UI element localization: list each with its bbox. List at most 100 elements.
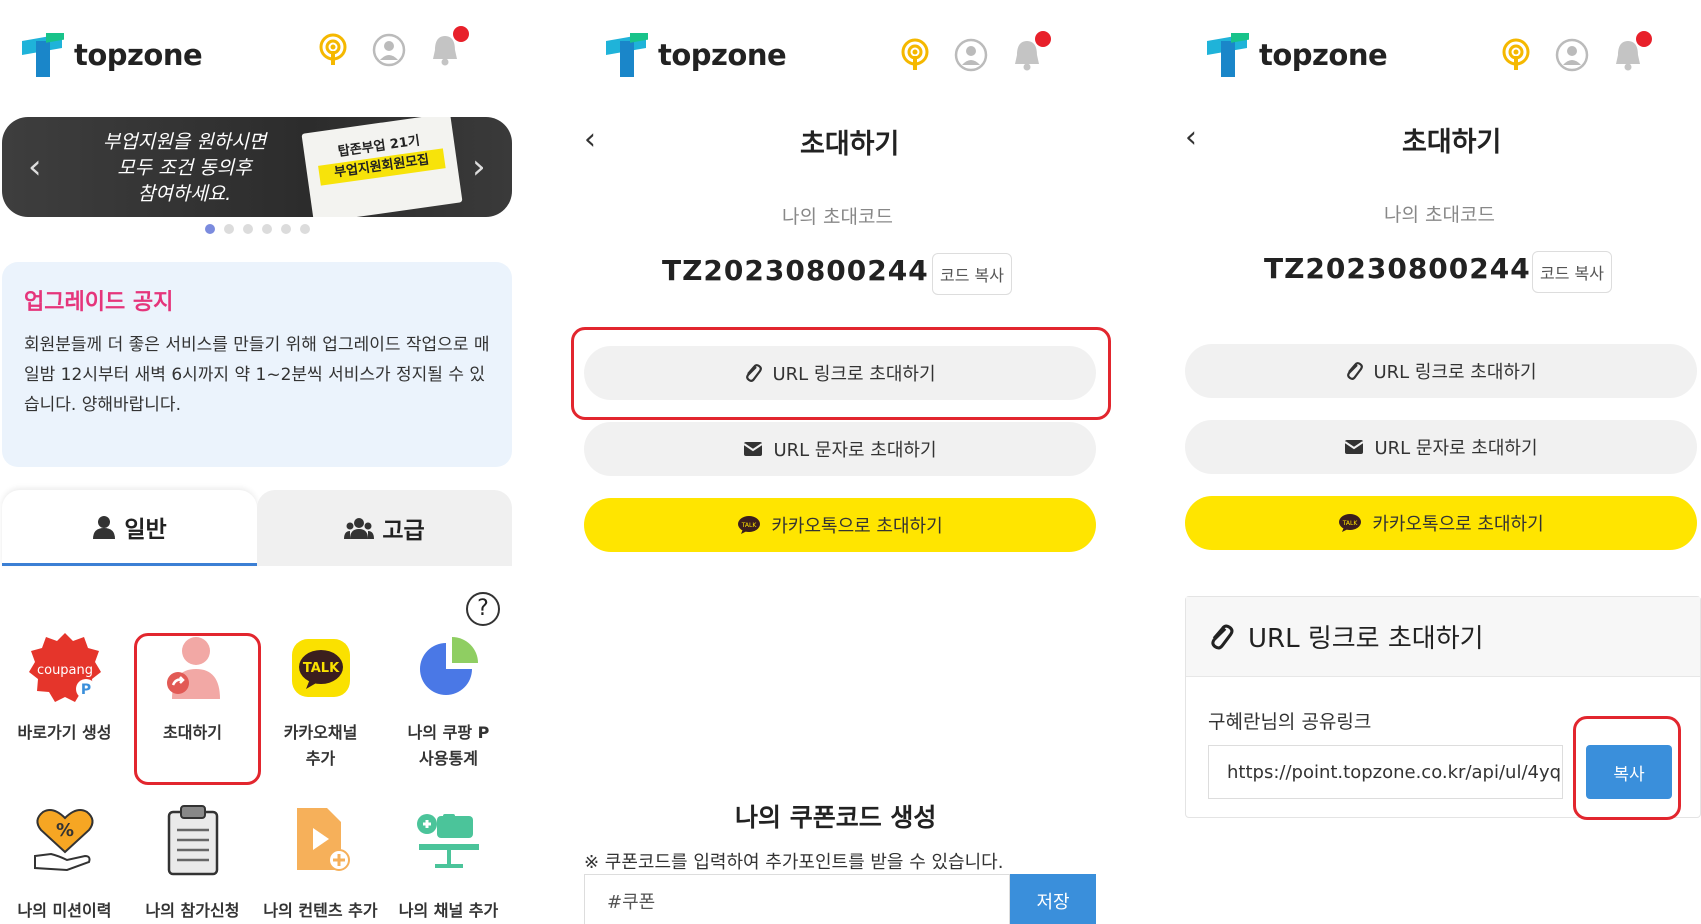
menu-item-label: 나의 채널 추가 <box>398 901 499 920</box>
user-icon[interactable] <box>371 32 407 68</box>
notification-dot <box>453 26 469 42</box>
user-icon[interactable] <box>953 37 989 73</box>
svg-text:TALK: TALK <box>302 661 339 676</box>
bell-icon[interactable] <box>1009 31 1051 73</box>
tab-general[interactable]: 일반 <box>2 490 257 566</box>
copy-code-button[interactable]: 코드 복사 <box>1532 251 1612 293</box>
logo[interactable]: topzone <box>1207 27 1388 80</box>
menu-item-add-content[interactable]: 나의 컨텐츠 추가 <box>258 800 383 924</box>
user-icon <box>93 515 116 539</box>
tab-label: 일반 <box>124 516 167 543</box>
user-icon[interactable] <box>1554 37 1590 73</box>
menu-item-add-channel[interactable]: 나의 채널 추가 <box>386 800 511 924</box>
video-file-add-icon <box>281 800 361 880</box>
invite-code-label: 나의 초대코드 <box>782 206 893 228</box>
bell-icon[interactable] <box>1610 31 1652 73</box>
kakao-talk-icon: TALK <box>1339 514 1362 532</box>
brand-name: topzone <box>658 38 787 72</box>
svg-text:%: % <box>55 820 73 841</box>
help-icon[interactable]: ? <box>466 592 500 626</box>
invite-screen: topzone ‹ 초대하기 나의 초대코드 TZ20230800244 코드 … <box>570 0 1120 924</box>
upgrade-notice: 업그레이드 공지 회원분들께 더 좋은 서비스를 만들기 위해 업그레이드 작업… <box>2 262 512 467</box>
envelope-icon <box>743 442 764 456</box>
app-header: topzone <box>0 0 515 110</box>
pagination-dot[interactable] <box>205 224 215 234</box>
paperclip-icon <box>1347 362 1364 380</box>
button-label: 카카오톡으로 초대하기 <box>771 516 943 537</box>
share-card-title: URL 링크로 초대하기 <box>1248 624 1484 654</box>
share-link-field[interactable]: https://point.topzone.co.kr/api/ul/4yqOl <box>1208 745 1563 799</box>
menu-item-label: 카카오채널 추가 <box>283 723 358 768</box>
banner-line: 부업지원을 원하시면 <box>102 131 267 153</box>
coupon-code-input[interactable]: #쿠폰 <box>584 874 1010 924</box>
page-title: 초대하기 <box>1402 127 1502 158</box>
notice-body: 회원분들께 더 좋은 서비스를 만들기 위해 업그레이드 작업으로 매일밤 12… <box>24 335 490 415</box>
highlight-box <box>134 633 261 785</box>
menu-item-shortcut[interactable]: coupang P 바로가기 생성 <box>2 628 127 746</box>
svg-text:coupang: coupang <box>36 663 92 678</box>
kakao-talk-icon: TALK <box>281 628 361 708</box>
logo[interactable]: topzone <box>606 27 787 80</box>
invite-code: TZ20230800244 <box>1264 252 1531 285</box>
kakao-talk-icon: TALK <box>738 516 761 534</box>
coupon-title: 나의 쿠폰코드 생성 <box>735 803 937 832</box>
url-sms-invite-button[interactable]: URL 문자로 초대하기 <box>1185 420 1697 474</box>
banner-next-icon[interactable]: › <box>472 149 486 185</box>
brand-name: topzone <box>1259 38 1388 72</box>
button-label: URL 링크로 초대하기 <box>1373 362 1537 383</box>
channel-add-icon <box>409 800 489 880</box>
bell-icon[interactable] <box>427 26 469 68</box>
banner-flyer: 탑존부업 21기 부업지원회원모집 <box>301 117 463 217</box>
share-card-header: URL 링크로 초대하기 <box>1186 597 1700 677</box>
notice-title: 업그레이드 공지 <box>24 290 174 315</box>
copy-code-button[interactable]: 코드 복사 <box>932 253 1012 295</box>
pagination-dot[interactable] <box>262 224 272 234</box>
pagination-dot[interactable] <box>243 224 253 234</box>
url-sms-invite-button[interactable]: URL 문자로 초대하기 <box>584 422 1096 476</box>
pagination-dot[interactable] <box>281 224 291 234</box>
promo-banner[interactable]: ‹ 부업지원을 원하시면 모두 조건 동의후 참여하세요. 탑존부업 21기 부… <box>2 117 512 217</box>
menu-tabs: 일반 고급 <box>2 490 512 566</box>
envelope-icon <box>1344 440 1365 454</box>
menu-item-label: 나의 쿠팡 P 사용통계 <box>407 723 490 768</box>
header-actions <box>1498 31 1652 73</box>
highlight-box <box>1573 716 1681 820</box>
highlight-box <box>571 327 1111 420</box>
podcast-icon[interactable] <box>897 37 933 73</box>
pagination-dot[interactable] <box>224 224 234 234</box>
podcast-icon[interactable] <box>1498 37 1534 73</box>
kakao-invite-button[interactable]: TALK 카카오톡으로 초대하기 <box>1185 496 1697 550</box>
back-button[interactable]: ‹ <box>1185 120 1197 155</box>
topzone-logo-icon <box>1207 27 1251 77</box>
discount-hand-icon: % <box>25 800 105 880</box>
menu-item-kakao-channel[interactable]: TALK 카카오채널 추가 <box>258 628 383 772</box>
url-link-invite-button[interactable]: URL 링크로 초대하기 <box>1185 344 1697 398</box>
svg-text:TALK: TALK <box>1342 520 1359 527</box>
logo[interactable]: topzone <box>22 27 203 80</box>
invite-code-label: 나의 초대코드 <box>1384 204 1495 226</box>
coupon-save-button[interactable]: 저장 <box>1010 874 1096 924</box>
svg-text:P: P <box>80 682 90 698</box>
tab-advanced[interactable]: 고급 <box>257 490 512 566</box>
page-title: 초대하기 <box>800 129 900 160</box>
notification-dot <box>1035 31 1051 47</box>
app-header: topzone <box>1170 0 1701 110</box>
coupang-icon: coupang P <box>25 628 105 708</box>
notification-dot <box>1636 31 1652 47</box>
kakao-invite-button[interactable]: TALK 카카오톡으로 초대하기 <box>584 498 1096 552</box>
banner-prev-icon[interactable]: ‹ <box>28 149 42 185</box>
button-label: URL 문자로 초대하기 <box>1374 438 1538 459</box>
banner-text: 부업지원을 원하시면 모두 조건 동의후 참여하세요. <box>97 129 272 207</box>
menu-item-applications[interactable]: 나의 참가신청 <box>130 800 255 924</box>
podcast-icon[interactable] <box>315 32 351 68</box>
invite-share-screen: topzone ‹ 초대하기 나의 초대코드 TZ20230800244 코드 … <box>1170 0 1701 924</box>
pagination-dot[interactable] <box>300 224 310 234</box>
tab-label: 고급 <box>382 518 425 544</box>
menu-item-mission-history[interactable]: % 나의 미션이력 <box>2 800 127 924</box>
header-actions <box>897 31 1051 73</box>
menu-item-coupang-stats[interactable]: 나의 쿠팡 P 사용통계 <box>386 628 511 772</box>
brand-name: topzone <box>74 38 203 72</box>
home-screen: topzone ‹ 부업지원을 원하시면 모두 조건 동의후 참여하세요. 탑존… <box>0 0 515 924</box>
menu-item-label: 나의 미션이력 <box>17 901 112 920</box>
back-button[interactable]: ‹ <box>584 122 596 157</box>
